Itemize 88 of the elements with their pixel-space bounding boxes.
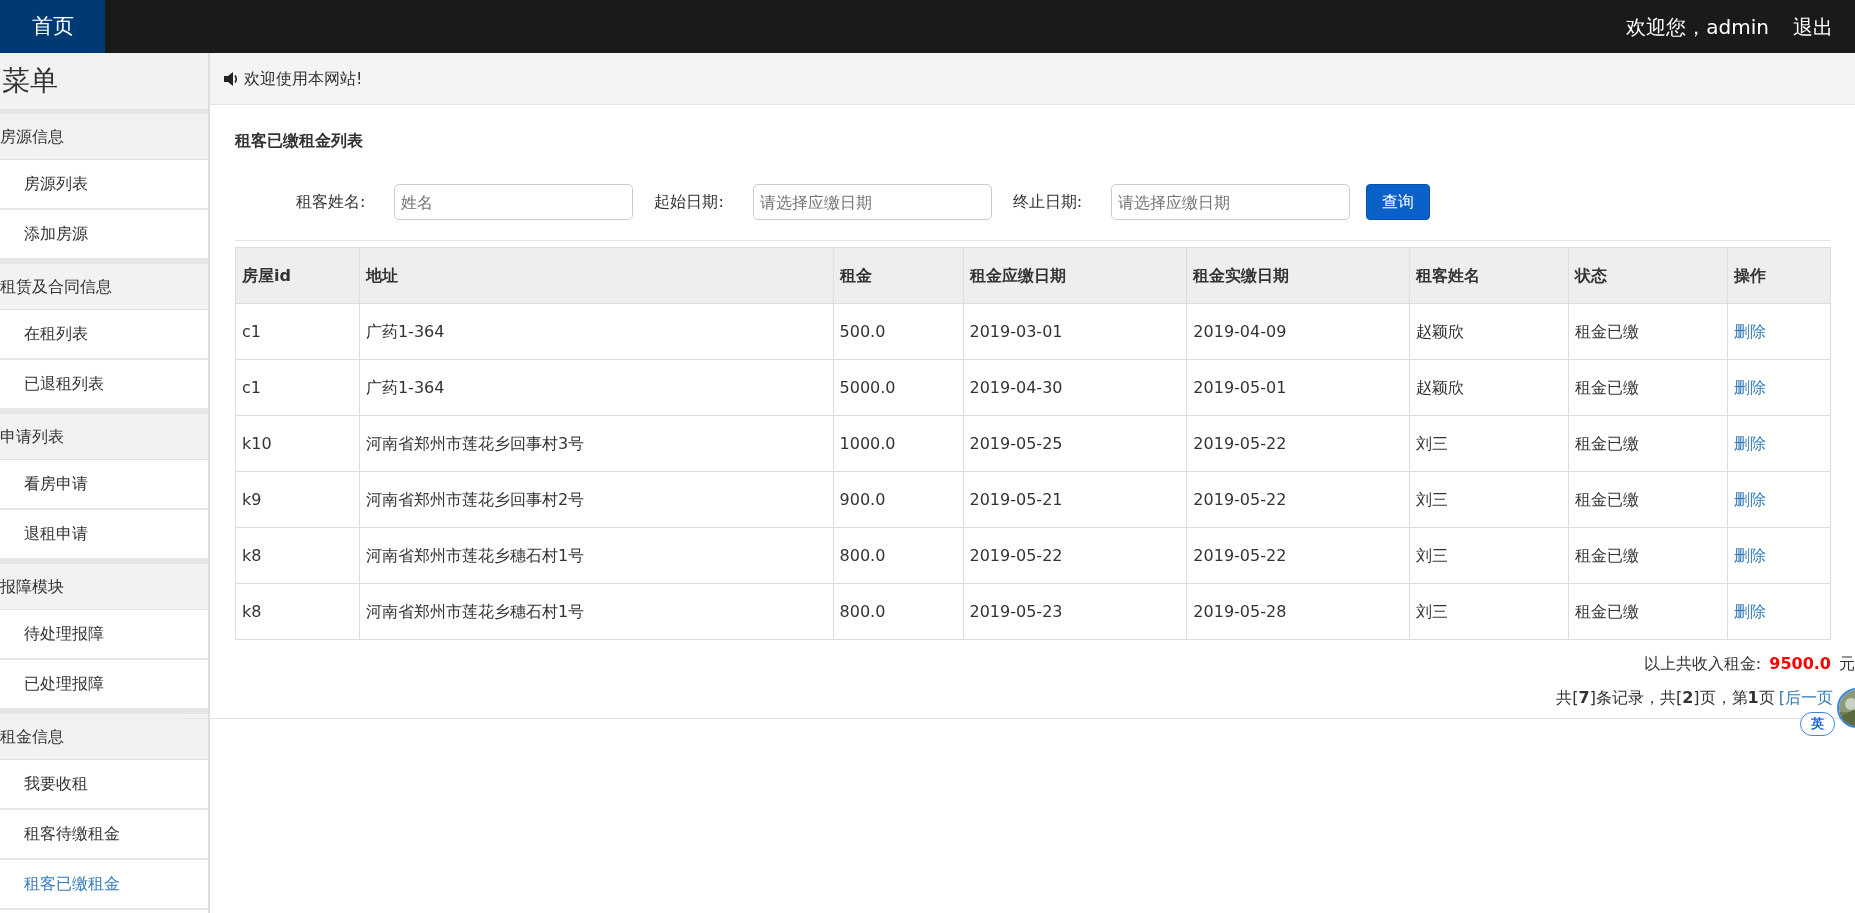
table-cell: 河南省郑州市莲花乡穗石村1号 [359,527,834,584]
home-tab[interactable]: 首页 [0,0,105,53]
speaker-icon [223,70,240,87]
table-cell: 2019-05-22 [963,527,1187,584]
currency-unit: 元 [1839,653,1855,675]
column-header: 租金应缴日期 [963,247,1187,304]
table-cell: 2019-05-23 [963,583,1187,640]
table-cell: 2019-05-01 [1186,359,1410,416]
table-cell: 2019-03-01 [963,303,1187,360]
table-cell: 租金已缴 [1568,415,1728,472]
table-cell: 2019-05-21 [963,471,1187,528]
pagination-summary: 共[7]条记录，共[2]页，第1页 [1556,687,1775,709]
sidebar-item[interactable]: 租客已缴租金 [0,860,208,910]
next-page-link[interactable]: [后一页 [1778,686,1833,710]
delete-link[interactable]: 删除 [1734,377,1766,397]
table-cell: 刘三 [1409,415,1569,472]
table-cell: 租金已缴 [1568,303,1728,360]
sidebar-item[interactable]: 在租列表 [0,310,208,360]
sidebar-item[interactable]: 待处理报障 [0,610,208,660]
column-header: 租金 [833,247,963,304]
column-header: 地址 [359,247,834,304]
table-cell: 刘三 [1409,527,1569,584]
delete-link[interactable]: 删除 [1734,321,1766,341]
sidebar-group[interactable]: 申请列表 [0,410,208,460]
sidebar-item[interactable]: 租客待缴租金 [0,810,208,860]
table-cell: 河南省郑州市莲花乡回事村2号 [359,471,834,528]
panel-title: 租客已缴租金列表 [235,130,364,152]
delete-link[interactable]: 删除 [1734,433,1766,453]
table-cell: 刘三 [1409,583,1569,640]
table-cell: 2019-05-25 [963,415,1187,472]
table-cell: k9 [235,471,360,528]
delete-link[interactable]: 删除 [1734,545,1766,565]
table-cell: 5000.0 [833,359,963,416]
input-field[interactable]: 姓名 [394,184,634,220]
sidebar-group[interactable]: 房源信息 [0,110,208,160]
table-cell: 2019-04-09 [1186,303,1410,360]
table-cell: 2019-05-22 [1186,471,1410,528]
sidebar-item[interactable]: 看房申请 [0,460,208,510]
table-cell: 赵颖欣 [1409,359,1569,416]
table-cell: 500.0 [833,303,963,360]
field-label: 起始日期: [654,191,724,213]
delete-link[interactable]: 删除 [1734,489,1766,509]
table-cell: k8 [235,583,360,640]
table-cell: 广药1-364 [359,303,834,360]
table-cell: 1000.0 [833,415,963,472]
table-cell: k10 [235,415,360,472]
table-cell: 租金已缴 [1568,471,1728,528]
table-cell: 广药1-364 [359,359,834,416]
table-cell: c1 [235,303,360,360]
table-cell: c1 [235,359,360,416]
column-header: 租客姓名 [1409,247,1569,304]
column-header: 操作 [1727,247,1831,304]
table-cell: 800.0 [833,527,963,584]
table-cell: 河南省郑州市莲花乡穗石村1号 [359,583,834,640]
table-cell: 2019-05-28 [1186,583,1410,640]
table-cell: k8 [235,527,360,584]
delete-link[interactable]: 删除 [1734,601,1766,621]
table-cell: 2019-04-30 [963,359,1187,416]
sidebar-item[interactable]: 房源列表 [0,160,208,210]
sidebar-group[interactable]: 租金信息 [0,710,208,760]
total-amount: 9500.0 [1769,653,1831,675]
search-button[interactable]: 查询 [1366,184,1431,220]
welcome-text: 欢迎您，admin [1626,13,1769,41]
column-header: 租金实缴日期 [1186,247,1410,304]
sidebar-group[interactable]: 租赁及合同信息 [0,260,208,310]
logout-link[interactable]: 退出 [1793,11,1833,42]
sidebar-group[interactable]: 报障模块 [0,560,208,610]
input-field[interactable]: 请选择应缴日期 [1111,184,1351,220]
table-cell: 刘三 [1409,471,1569,528]
column-header: 状态 [1568,247,1728,304]
total-label: 以上共收入租金: [1643,653,1762,675]
field-label: 终止日期: [1012,191,1083,213]
table-cell: 2019-05-22 [1186,415,1410,472]
input-field[interactable]: 请选择应缴日期 [752,184,992,220]
table-cell: 租金已缴 [1568,527,1728,584]
table-cell: 2019-05-22 [1186,527,1410,584]
sidebar-item[interactable]: 我要收租 [0,760,208,810]
table-cell: 900.0 [833,471,963,528]
notice-text: 欢迎使用本网站! [244,67,363,90]
column-header: 房屋id [235,247,360,304]
ime-indicator[interactable]: 英 [1800,712,1835,736]
field-label: 租客姓名: [296,191,366,213]
table-cell: 河南省郑州市莲花乡回事村3号 [359,415,834,472]
table-cell: 800.0 [833,583,963,640]
table-cell: 租金已缴 [1568,583,1728,640]
table-cell: 赵颖欣 [1409,303,1569,360]
sidebar-title: 菜单 [0,53,208,110]
table-cell: 租金已缴 [1568,359,1728,416]
